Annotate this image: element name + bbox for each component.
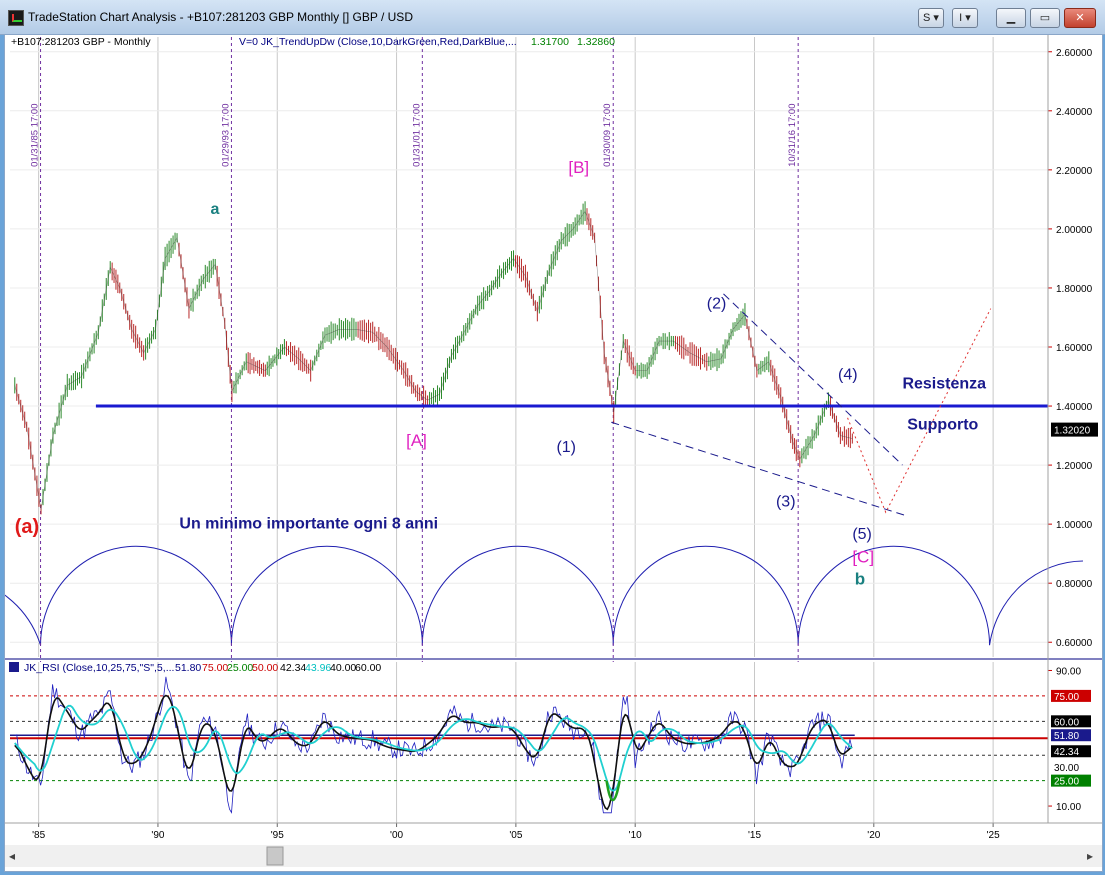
rsi-value-tag-text: 42.34 [1054,747,1079,758]
wave-label-B: [B] [568,158,589,177]
wave-label-1: (1) [556,439,576,456]
x-tick-label: '95 [271,830,284,841]
price-tick-label: 2.00000 [1056,225,1093,236]
cycle-date-label: 10/31/16 17:00 [787,103,798,166]
insert-menu-button[interactable]: I ▾ [952,8,978,28]
rsi-value-tag-text: 30.00 [1054,763,1079,774]
x-axis: '85 '90 '95 '00 '05 '10 '15 '20 '25 [32,823,1000,841]
rsi-pane: 90.00 10.00 JK_RSI (Close,10,25,75,"S",5,.… [9,662,1091,823]
x-tick-label: '15 [748,830,761,841]
x-tick-label: '90 [151,830,164,841]
x-tick-label: '05 [509,830,522,841]
wave-label-5: (5) [852,526,872,543]
indicator-value-1: 1.31700 [531,36,569,48]
price-tick-label: 1.80000 [1056,284,1093,295]
wave-label-A: [A] [406,431,427,450]
wave-label-2: (2) [707,296,727,313]
x-tick-label: '10 [629,830,642,841]
x-tick-label: '00 [390,830,403,841]
last-price-text: 1.32020 [1054,426,1091,437]
style-menu-button[interactable]: S ▾ [918,8,944,28]
minimize-button[interactable]: ▁ [996,8,1026,28]
indicator-value-2: 1.32860 [577,36,615,48]
rsi-header-value: 43.96 [305,662,331,674]
resistance-label: Resistenza [902,375,986,392]
rsi-header-value: 60.00 [355,662,381,674]
price-tick-label: 1.20000 [1056,461,1093,472]
app-icon [8,10,24,26]
x-tick-label: '25 [987,830,1000,841]
maximize-button[interactable]: ▭ [1030,8,1060,28]
symbol-label: +B107:281203 GBP - Monthly [11,36,151,48]
wave-label-a-teal: a [210,201,219,218]
rsi-value-tag-text: 25.00 [1054,777,1079,788]
cycle-date-label: 01/31/85 17:00 [30,103,41,166]
chart-area[interactable]: 2.60000 2.40000 2.20000 2.00000 1.80000 1.600… [4,34,1103,872]
rsi-header-value: 42.34 [280,662,306,674]
cycle-date-label: 01/31/01 17:00 [411,103,422,166]
x-tick-label: '20 [867,830,880,841]
rsi-value-tag-text: 75.00 [1054,692,1079,703]
rsi-tick-label: 90.00 [1056,666,1081,677]
rsi-tick-label: 10.00 [1056,802,1081,813]
rsi-header-value: 40.00 [330,662,356,674]
insert-menu-label: I [959,12,963,24]
price-tick-label: 0.60000 [1056,638,1093,649]
rsi-value-tag-text: 60.00 [1054,717,1079,728]
rsi-header-value: 75.00 [202,662,228,674]
rsi-header-value: 25.00 [227,662,253,674]
cycle-note: Un minimo importante ogni 8 anni [179,516,438,533]
rsi-header-value: 51.80 [175,662,201,674]
wave-label-a-red: (a) [15,516,39,538]
price-tick-label: 2.60000 [1056,48,1093,59]
indicator-label: V=0 JK_TrendUpDw (Close,10,DarkGreen,Red… [239,36,517,48]
price-tick-label: 1.60000 [1056,343,1093,354]
cycle-date-label: 01/29/93 17:00 [220,103,231,166]
wave-label-b: b [855,570,865,589]
scroll-left-icon: ◂ [9,849,15,863]
price-tick-label: 1.40000 [1056,402,1093,413]
price-tick-label: 2.20000 [1056,166,1093,177]
scrollbar-track [5,845,1102,867]
window-titlebar: TradeStation Chart Analysis - +B107:2812… [0,0,1105,35]
price-tick-label: 0.80000 [1056,579,1093,590]
wave-label-4: (4) [838,366,858,383]
wave-label-C: [C] [852,548,874,567]
rsi-icon [9,662,19,672]
wave-label-3: (3) [776,493,796,510]
chart-canvas[interactable]: 2.60000 2.40000 2.20000 2.00000 1.80000 1.600… [5,35,1102,871]
rsi-header-value: 50.00 [252,662,278,674]
support-label: Supporto [907,417,978,434]
close-button[interactable]: ✕ [1064,8,1096,28]
price-tick-label: 1.00000 [1056,520,1093,531]
style-menu-label: S [923,12,931,24]
scrollbar-thumb [266,846,284,866]
scroll-right-icon: ▸ [1087,849,1093,863]
cycle-date-label: 01/30/09 17:00 [602,103,613,166]
x-tick-label: '85 [32,830,45,841]
price-tick-label: 2.40000 [1056,107,1093,118]
rsi-value-tag-text: 51.80 [1054,731,1079,742]
window-title: TradeStation Chart Analysis - +B107:2812… [28,10,413,24]
rsi-header-label: JK_RSI (Close,10,25,75,"S",5,... [24,662,174,674]
